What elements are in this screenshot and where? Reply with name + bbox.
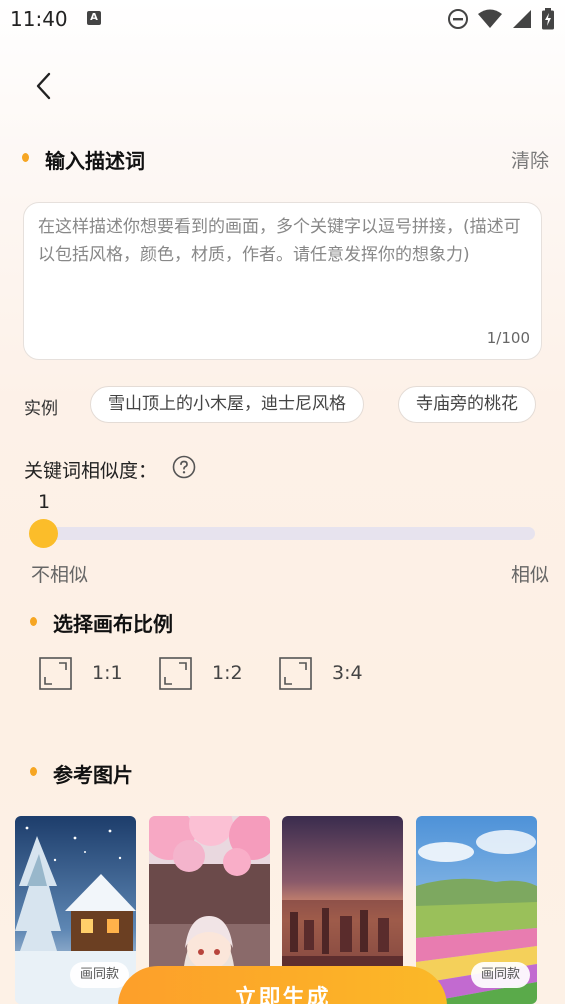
similarity-slider-track[interactable]: [38, 527, 535, 540]
ratio-label: 1:2: [212, 662, 243, 684]
reference-section-title: 参考图片: [53, 763, 133, 787]
notification-icon: A: [87, 11, 101, 25]
ratio-option-3-4[interactable]: 3:4: [279, 656, 363, 690]
section-dot: [30, 617, 37, 626]
chevron-left-icon: [36, 72, 51, 100]
similarity-slider-thumb[interactable]: [29, 519, 58, 548]
status-icons: [447, 8, 555, 30]
prompt-input[interactable]: [38, 213, 528, 323]
character-counter: 1/100: [486, 329, 530, 347]
prompt-section-title: 输入描述词: [45, 149, 145, 173]
similarity-label: 关键词相似度：: [24, 460, 158, 482]
slider-max-label: 相似: [510, 564, 549, 586]
ratio-option-1-1[interactable]: 1:1: [39, 656, 123, 690]
section-dot: [22, 153, 29, 162]
ratio-option-1-2[interactable]: 1:2: [159, 656, 243, 690]
ratio-section-title: 选择画布比例: [53, 612, 173, 636]
signal-icon: [513, 10, 531, 28]
aspect-ratio-icon: [159, 656, 192, 690]
draw-same-badge[interactable]: 画同款: [69, 962, 129, 988]
help-icon[interactable]: [172, 455, 196, 479]
reference-card[interactable]: 画同款: [15, 816, 136, 1004]
slider-min-label: 不相似: [31, 564, 89, 586]
aspect-ratio-icon: [39, 656, 72, 690]
examples-label: 实例: [24, 399, 58, 419]
battery-icon: [542, 8, 554, 30]
clear-button[interactable]: 清除: [511, 146, 549, 173]
status-bar: 11:40 A: [0, 0, 565, 38]
do-not-disturb-icon: [448, 9, 468, 29]
ratio-label: 3:4: [332, 662, 363, 684]
back-button[interactable]: [26, 68, 62, 104]
generate-button[interactable]: 立即生成: [118, 966, 447, 1004]
draw-same-badge[interactable]: 画同款: [470, 962, 530, 988]
example-chip[interactable]: 雪山顶上的小木屋，迪士尼风格: [90, 386, 364, 423]
slider-value: 1: [38, 491, 51, 513]
wifi-icon: [478, 9, 502, 28]
ratio-label: 1:1: [92, 662, 123, 684]
prompt-box: 1/100: [23, 202, 542, 360]
example-chip[interactable]: 寺庙旁的桃花: [398, 386, 536, 423]
section-dot: [30, 767, 37, 776]
status-time: 11:40: [10, 7, 68, 31]
aspect-ratio-icon: [279, 656, 312, 690]
